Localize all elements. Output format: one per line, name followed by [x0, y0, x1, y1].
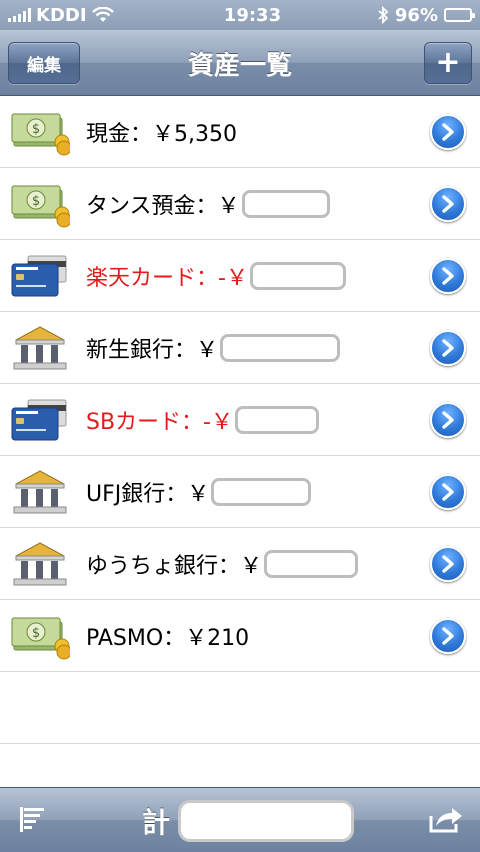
bank-icon: [10, 468, 70, 516]
asset-label: タンス預金：￥: [86, 193, 240, 219]
total-label: 計: [142, 805, 171, 839]
empty-row: [0, 672, 480, 744]
asset-row[interactable]: ゆうちょ銀行：￥: [0, 528, 480, 600]
chevron-right-icon: [442, 339, 454, 357]
add-asset-button[interactable]: +: [424, 42, 472, 84]
asset-row[interactable]: SBカード：-￥: [0, 384, 480, 456]
bluetooth-icon: [378, 6, 389, 24]
status-right: 96%: [377, 4, 475, 26]
svg-text:$: $: [32, 122, 40, 137]
wifi-icon: [91, 7, 114, 22]
status-time: 19:33: [223, 4, 282, 26]
chevron-right-icon: [442, 267, 454, 285]
cash-icon: $: [10, 612, 72, 660]
chevron-right-icon: [442, 483, 454, 501]
bank-icon: [10, 540, 70, 588]
detail-disclosure-button[interactable]: [430, 330, 466, 366]
redacted-amount: [235, 405, 319, 434]
signal-icon: [8, 8, 31, 22]
asset-label: SBカード：-￥: [86, 409, 233, 435]
asset-label: 新生銀行：￥: [86, 337, 219, 363]
chevron-right-icon: [442, 555, 454, 573]
cash-icon: $: [10, 180, 72, 228]
asset-label: UFJ銀行：￥: [86, 481, 210, 507]
asset-row[interactable]: $ 現金：￥5,350: [0, 96, 480, 168]
detail-disclosure-button[interactable]: [430, 258, 466, 294]
total-value-redacted: [178, 800, 354, 842]
page-title: 資産一覧: [187, 50, 292, 81]
asset-row[interactable]: $ タンス預金：￥: [0, 168, 480, 240]
battery-percent: 96%: [394, 4, 438, 26]
bottom-toolbar: 計: [0, 787, 480, 852]
asset-label: 楽天カード：-￥: [86, 265, 248, 291]
asset-row[interactable]: $ PASMO：￥210: [0, 600, 480, 672]
credit-card-icon: [10, 252, 70, 300]
bank-icon: [10, 324, 70, 372]
battery-icon: [444, 8, 475, 22]
chevron-right-icon: [442, 195, 454, 213]
detail-disclosure-button[interactable]: [430, 618, 466, 654]
asset-row[interactable]: 新生銀行：￥: [0, 312, 480, 384]
detail-disclosure-button[interactable]: [430, 186, 466, 222]
status-bar: KDDI 19:33 96%: [0, 0, 480, 30]
detail-disclosure-button[interactable]: [430, 474, 466, 510]
redacted-amount: [249, 261, 346, 290]
sort-list-icon[interactable]: [18, 804, 48, 834]
redacted-amount: [211, 477, 312, 506]
detail-disclosure-button[interactable]: [430, 402, 466, 438]
credit-card-icon: [10, 396, 70, 444]
asset-label: 現金：￥5,350: [86, 121, 237, 147]
svg-text:$: $: [32, 626, 40, 641]
asset-label: PASMO：￥210: [86, 625, 250, 651]
redacted-amount: [241, 189, 330, 218]
asset-row[interactable]: UFJ銀行：￥: [0, 456, 480, 528]
share-icon[interactable]: [428, 804, 464, 834]
redacted-amount: [220, 333, 341, 362]
asset-row[interactable]: 楽天カード：-￥: [0, 240, 480, 312]
status-left: KDDI: [8, 5, 188, 26]
cash-icon: $: [10, 108, 72, 156]
chevron-right-icon: [442, 411, 454, 429]
edit-button[interactable]: 編集: [8, 42, 80, 84]
asset-label: ゆうちょ銀行：￥: [86, 553, 263, 579]
navigation-bar: 編集 資産一覧 +: [0, 30, 480, 96]
svg-text:$: $: [32, 194, 40, 209]
detail-disclosure-button[interactable]: [430, 546, 466, 582]
chevron-right-icon: [442, 627, 454, 645]
asset-list: $ 現金：￥5,350 $ タンス預金：￥ 楽天カード：-￥ 新生銀行：￥ SB…: [0, 96, 480, 816]
detail-disclosure-button[interactable]: [430, 114, 466, 150]
chevron-right-icon: [442, 123, 454, 141]
redacted-amount: [264, 549, 359, 578]
carrier-label: KDDI: [36, 4, 87, 26]
